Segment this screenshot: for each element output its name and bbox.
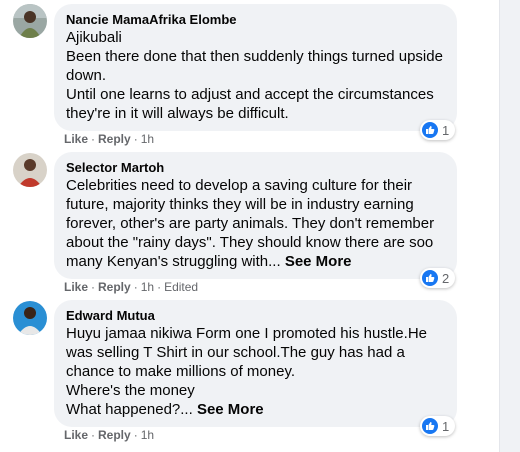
comment-author[interactable]: Edward Mutua (66, 307, 445, 324)
reply-button[interactable]: Reply (98, 132, 131, 146)
reply-button[interactable]: Reply (98, 428, 131, 442)
like-button[interactable]: Like (64, 428, 88, 442)
comment-text-line: forever, other's are party animals. They… (66, 215, 435, 232)
comment-text-line: Huyu jamaa nikiwa Form one I promoted hi… (66, 325, 427, 342)
edited-label: Edited (164, 280, 199, 294)
avatar[interactable] (13, 153, 47, 187)
comment-actions: Like · Reply · 1h (64, 428, 155, 442)
like-button[interactable]: Like (64, 132, 88, 146)
comment-timestamp[interactable]: 1h (141, 428, 154, 442)
comment-text-line: down. (66, 67, 107, 84)
comment-author[interactable]: Selector Martoh (66, 159, 445, 176)
like-reaction-icon (422, 270, 438, 286)
comment-actions: Like · Reply · 1h (64, 132, 155, 146)
like-reaction-icon (422, 418, 438, 434)
comment-bubble: Edward Mutua Huyu jamaa nikiwa Form one … (54, 300, 457, 427)
reaction-count: 2 (442, 270, 450, 286)
avatar[interactable] (13, 4, 47, 38)
comment-text-line: Been there done that then suddenly thing… (66, 48, 443, 65)
comment-text: many Kenyan's struggling with... (66, 253, 281, 270)
comment-text-line: they're in it will always be difficult. (66, 105, 289, 122)
comment-text-line: chance to make millions of money. (66, 363, 295, 380)
comment-text-line: Celebrities need to develop a saving cul… (66, 177, 413, 194)
reaction-count: 1 (442, 418, 450, 434)
comment-text-line: Where's the money (66, 382, 195, 399)
comment-timestamp[interactable]: 1h (141, 280, 154, 294)
comment-actions: Like · Reply · 1h · Edited (64, 280, 199, 294)
comment-author[interactable]: Nancie MamaAfrika Elombe (66, 11, 445, 28)
avatar[interactable] (13, 301, 47, 335)
reaction-summary[interactable]: 1 (420, 120, 456, 140)
comment-text-line: Until one learns to adjust and accept th… (66, 86, 434, 103)
like-reaction-icon (422, 122, 438, 138)
reply-button[interactable]: Reply (98, 280, 131, 294)
comment-text-line: about the "rainy days". They should know… (66, 234, 434, 251)
see-more-link[interactable]: See More (285, 253, 352, 270)
reaction-summary[interactable]: 1 (420, 416, 456, 436)
comment-bubble: Selector Martoh Celebrities need to deve… (54, 152, 457, 279)
comment-text-line: Ajikubali (66, 29, 122, 46)
comment-text: What happened?... (66, 401, 193, 418)
comment-text-line: was selling T Shirt in our school.The gu… (66, 344, 405, 361)
comment-timestamp[interactable]: 1h (141, 132, 154, 146)
comment-text-line: What happened?... See More (66, 400, 445, 419)
comment-text-line: future, majority thinks they will be in … (66, 196, 414, 213)
like-button[interactable]: Like (64, 280, 88, 294)
reaction-count: 1 (442, 122, 450, 138)
comment-bubble: Nancie MamaAfrika Elombe Ajikubali Been … (54, 4, 457, 131)
reaction-summary[interactable]: 2 (420, 268, 456, 288)
comment-text-line: many Kenyan's struggling with... See Mor… (66, 252, 445, 271)
scrollbar-track[interactable] (499, 0, 520, 452)
see-more-link[interactable]: See More (197, 401, 264, 418)
